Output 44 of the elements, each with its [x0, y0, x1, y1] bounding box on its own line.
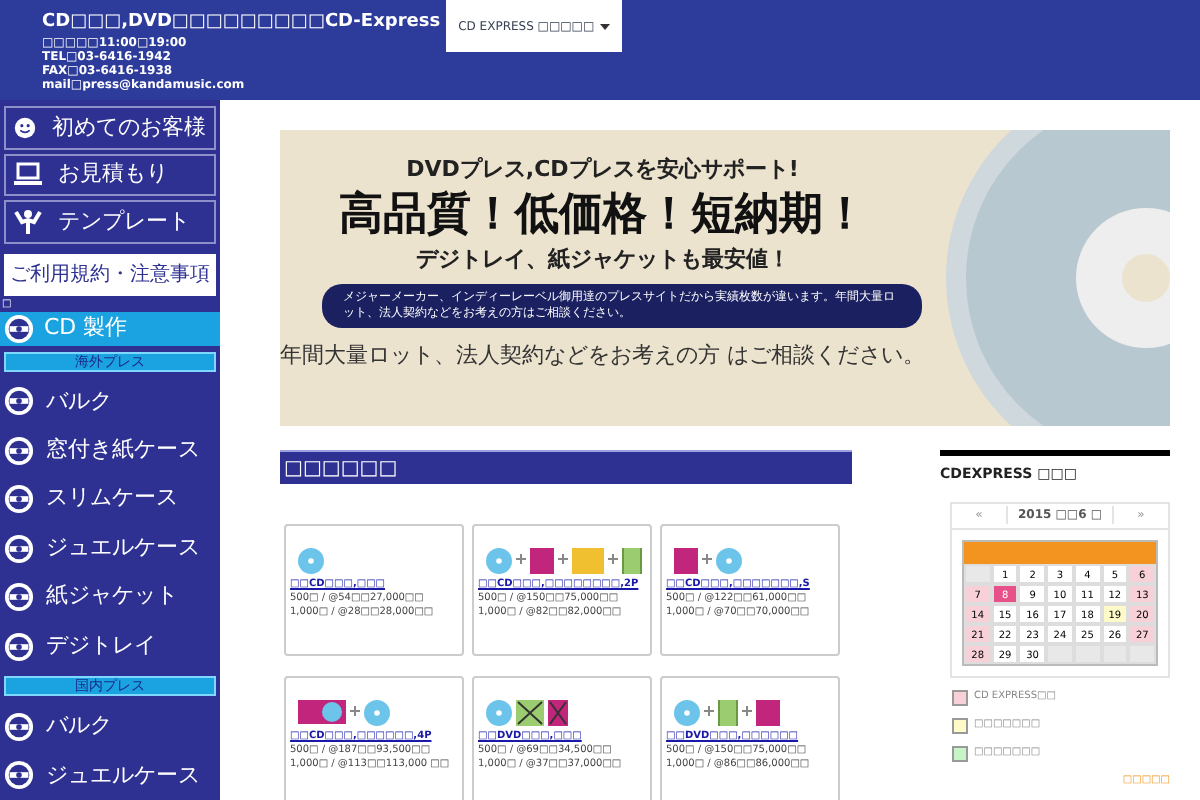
tray-icon: [622, 547, 642, 573]
banner-subtitle: DVDプレス,CDプレスを安心サポート!: [406, 154, 799, 186]
plus-icon: [350, 705, 360, 719]
plus-icon: [516, 553, 526, 567]
disc-icon: [486, 699, 512, 725]
plus-icon: [608, 553, 618, 567]
sidebar-button[interactable]: お見積もり: [4, 153, 216, 197]
case-icon: [530, 547, 554, 573]
disc-icon: [716, 547, 742, 573]
disc-icon: [364, 699, 390, 725]
plus-icon: [558, 553, 568, 567]
banner-footer: 年間大量ロット、法人契約などをお考えの方 はご相談ください。: [280, 340, 925, 373]
terms-button[interactable]: ご利用規約・注意事項: [4, 253, 216, 297]
sidebar-link[interactable]: ジュエルケース: [0, 523, 220, 573]
section-title-bar: □□□□□□: [280, 450, 852, 484]
sidebar-link[interactable]: バルク: [0, 702, 220, 752]
sidebar-link[interactable]: バルク: [0, 377, 220, 427]
case-icon: [674, 547, 698, 573]
sidebar-button[interactable]: テンプレート: [4, 200, 216, 244]
banner-headline: 高品質！低価格！短納期！: [338, 187, 867, 243]
tray-icon: [718, 699, 738, 725]
crossed-box-icon: [516, 699, 544, 725]
disc-icon: [486, 547, 512, 573]
banner-tagline: デジトレイ、紙ジャケットも最安値！: [415, 243, 790, 275]
sidebar-link[interactable]: ジュエルケース: [0, 751, 220, 800]
smiley-icon: [14, 113, 36, 142]
case-icon: [756, 699, 780, 725]
plus-icon: [742, 705, 752, 719]
laptop-icon: [14, 162, 42, 187]
booklet-icon: [572, 547, 604, 573]
plus-icon: [704, 705, 714, 719]
figure-icon: [14, 207, 42, 236]
site-title: CD□□□,DVD□□□□□□□□□CD-Express: [42, 10, 441, 36]
sidebar-link[interactable]: デジトレイ: [0, 621, 220, 671]
caret-icon: [600, 23, 611, 29]
sidebar-button[interactable]: 初めてのお客様: [4, 106, 216, 150]
sidebar-link[interactable]: スリムケース: [0, 475, 220, 524]
plus-icon: [702, 553, 712, 567]
crossed-box-icon: [548, 699, 568, 725]
disc-icon: [298, 547, 324, 573]
sleeve-icon: [298, 700, 346, 724]
sidebar-link[interactable]: 窓付き紙ケース: [0, 426, 220, 476]
disc-icon: [674, 699, 700, 725]
sidebar-link[interactable]: 紙ジャケット: [0, 572, 220, 622]
